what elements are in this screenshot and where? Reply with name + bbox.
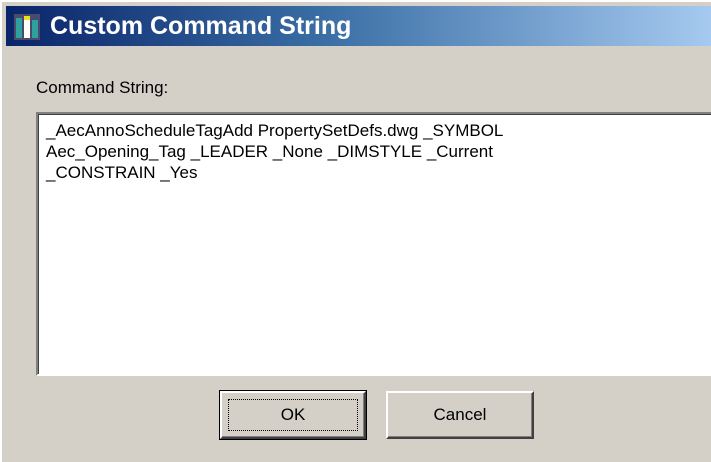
cancel-button[interactable]: Cancel: [386, 391, 534, 439]
ok-button[interactable]: OK: [219, 390, 367, 440]
command-string-textarea[interactable]: _AecAnnoScheduleTagAdd PropertySetDefs.d…: [36, 112, 711, 376]
window-title: Custom Command String: [50, 12, 352, 40]
cancel-button-label: Cancel: [433, 405, 487, 424]
custom-command-dialog: Custom Command String Command String: _A…: [0, 0, 711, 462]
command-string-label: Command String:: [36, 78, 169, 97]
app-icon: [14, 14, 40, 40]
focus-ring: [228, 399, 358, 431]
title-bar[interactable]: Custom Command String: [6, 6, 711, 46]
